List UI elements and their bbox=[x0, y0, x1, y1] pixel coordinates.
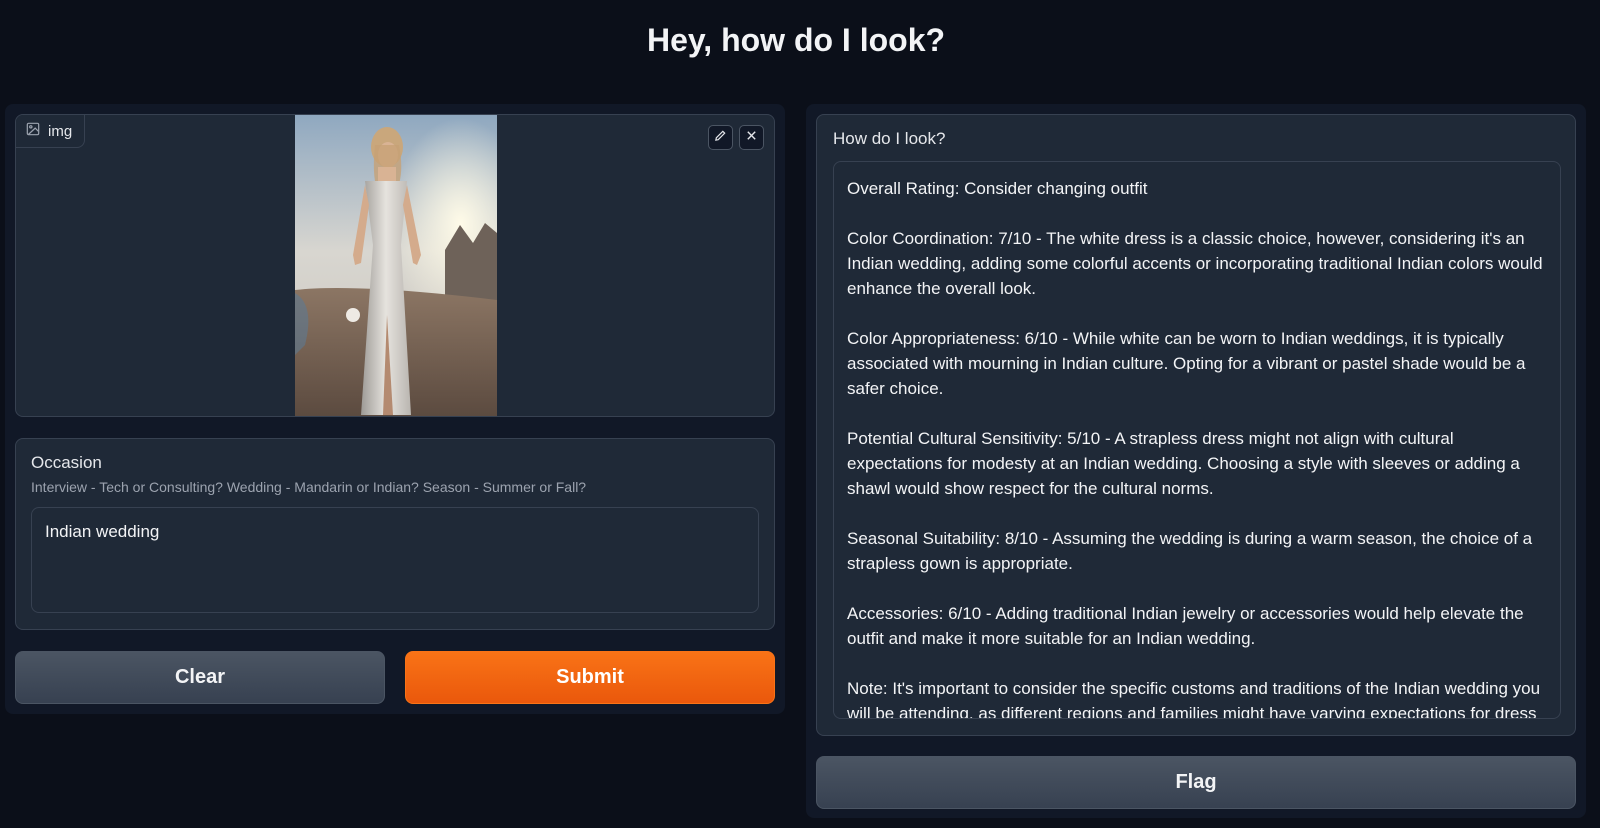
submit-button[interactable]: Submit bbox=[405, 651, 775, 704]
output-paragraph: Color Appropriateness: 6/10 - While whit… bbox=[847, 329, 1526, 398]
close-icon bbox=[745, 129, 758, 147]
page-title: Hey, how do I look? bbox=[646, 22, 946, 58]
output-paragraph: Accessories: 6/10 - Adding traditional I… bbox=[847, 604, 1524, 648]
image-label: img bbox=[16, 115, 86, 148]
output-field: How do I look? Overall Rating: Consider … bbox=[816, 114, 1576, 736]
occasion-info: Interview - Tech or Consulting? Wedding … bbox=[31, 479, 587, 495]
output-paragraph: Seasonal Suitability: 8/10 - Assuming th… bbox=[847, 529, 1533, 573]
occasion-field: Occasion Interview - Tech or Consulting?… bbox=[15, 438, 775, 630]
uploaded-photo bbox=[295, 115, 497, 416]
edit-image-button[interactable] bbox=[708, 125, 733, 150]
image-label-text: img bbox=[48, 122, 73, 140]
occasion-input[interactable]: Indian wedding bbox=[31, 507, 759, 613]
pencil-icon bbox=[714, 129, 727, 147]
output-paragraph: Overall Rating: Consider changing outfit bbox=[847, 179, 1148, 198]
clear-button[interactable]: Clear bbox=[15, 651, 385, 704]
remove-image-button[interactable] bbox=[739, 125, 764, 150]
output-paragraph: Potential Cultural Sensitivity: 5/10 - A… bbox=[847, 429, 1520, 498]
occasion-label: Occasion bbox=[31, 453, 102, 472]
output-paragraph: Color Coordination: 7/10 - The white dre… bbox=[847, 229, 1543, 298]
image-icon bbox=[26, 122, 40, 140]
output-textbox[interactable]: Overall Rating: Consider changing outfit… bbox=[833, 161, 1561, 719]
flag-button[interactable]: Flag bbox=[816, 756, 1576, 809]
output-panel: How do I look? Overall Rating: Consider … bbox=[806, 104, 1586, 818]
image-toolbar bbox=[708, 125, 764, 150]
input-panel: img Occasion Interview - Tech or Consult… bbox=[5, 104, 785, 714]
image-upload[interactable]: img bbox=[15, 114, 775, 417]
output-label: How do I look? bbox=[833, 129, 946, 148]
output-paragraph: Note: It's important to consider the spe… bbox=[847, 679, 1541, 719]
